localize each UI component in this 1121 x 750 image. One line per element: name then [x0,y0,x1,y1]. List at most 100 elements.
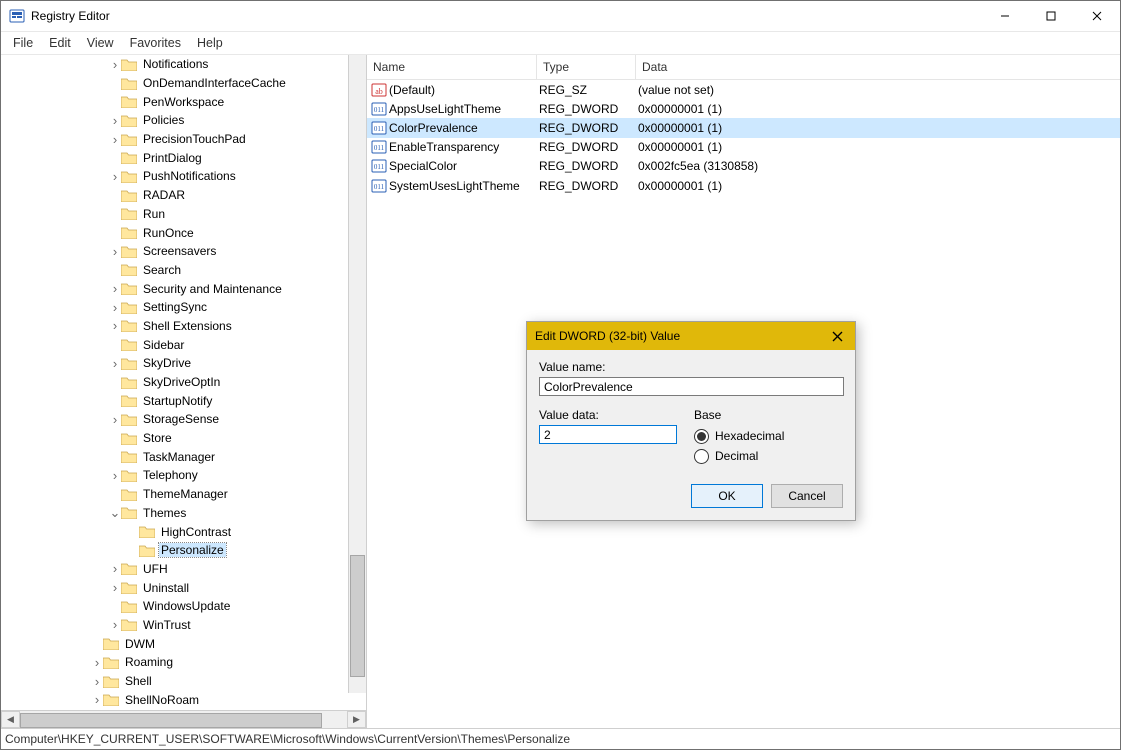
tree-item[interactable]: › UFH [1,560,366,579]
tree-label[interactable]: Shell Extensions [141,319,234,333]
tree-item[interactable]: › ShellNoRoam [1,690,366,709]
list-row[interactable]: (Default)REG_SZ(value not set) [367,80,1120,99]
tree-horizontal-scrollbar[interactable]: ◀ ▶ [1,710,366,728]
scroll-thumb[interactable] [20,713,322,728]
tree-label[interactable]: StartupNotify [141,394,214,408]
tree-item[interactable]: › Shell Extensions [1,317,366,336]
tree-label[interactable]: ThemeManager [141,487,230,501]
tree-label[interactable]: WindowsUpdate [141,599,232,613]
tree-label[interactable]: StorageSense [141,412,221,426]
tree-item[interactable]: PenWorkspace [1,92,366,111]
list-row[interactable]: SpecialColorREG_DWORD0x002fc5ea (3130858… [367,157,1120,176]
expand-icon[interactable]: › [109,57,121,72]
tree-item[interactable]: › Uninstall [1,578,366,597]
tree-label[interactable]: HighContrast [159,525,233,539]
tree-item[interactable]: › PrecisionTouchPad [1,130,366,149]
dialog-close-button[interactable] [827,326,847,346]
list-row[interactable]: ColorPrevalenceREG_DWORD0x00000001 (1) [367,118,1120,137]
tree-label[interactable]: WinTrust [141,618,193,632]
tree-label[interactable]: SettingSync [141,300,209,314]
tree-item[interactable]: SkyDriveOptIn [1,373,366,392]
scroll-thumb[interactable] [350,555,365,677]
tree-item[interactable]: ›Notifications [1,55,366,74]
tree-label[interactable]: ShellNoRoam [123,693,201,707]
tree-item[interactable]: › StorageSense [1,410,366,429]
tree-item[interactable]: Run [1,205,366,224]
expand-icon[interactable]: › [109,132,121,147]
scroll-left-button[interactable]: ◀ [1,711,20,728]
tree-label[interactable]: Uninstall [141,581,191,595]
column-header-name[interactable]: Name [367,55,537,79]
expand-icon[interactable]: › [91,692,103,707]
menu-file[interactable]: File [5,34,41,52]
tree-item[interactable]: Sidebar [1,335,366,354]
radio-decimal[interactable]: Decimal [694,446,843,466]
menu-edit[interactable]: Edit [41,34,79,52]
expand-icon[interactable]: › [91,674,103,689]
tree-item[interactable]: ›Policies [1,111,366,130]
tree-label[interactable]: Security and Maintenance [141,282,284,296]
tree-item[interactable]: ›PushNotifications [1,167,366,186]
tree-label[interactable]: Shell [123,674,154,688]
expand-icon[interactable]: › [109,318,121,333]
tree-label[interactable]: SkyDriveOptIn [141,375,222,389]
expand-icon[interactable]: › [109,244,121,259]
tree-label[interactable]: PrecisionTouchPad [141,132,248,146]
tree-label[interactable]: Personalize [159,543,226,557]
tree-label[interactable]: SkyDrive [141,356,193,370]
tree-item[interactable]: › Telephony [1,466,366,485]
tree-item[interactable]: OnDemandInterfaceCache [1,74,366,93]
cancel-button[interactable]: Cancel [771,484,843,508]
tree-label[interactable]: OnDemandInterfaceCache [141,76,288,90]
expand-icon[interactable]: › [91,655,103,670]
tree-label[interactable]: DWM [123,637,157,651]
tree-label[interactable]: Themes [141,506,188,520]
tree-item[interactable]: DWM [1,634,366,653]
expand-icon[interactable]: › [109,561,121,576]
tree-item[interactable]: ThemeManager [1,485,366,504]
tree-vertical-scrollbar[interactable] [348,55,366,693]
tree-item[interactable]: ›Roaming [1,653,366,672]
tree-item[interactable]: › Shell [1,672,366,691]
tree-label[interactable]: UFH [141,562,170,576]
tree-item[interactable]: RADAR [1,186,366,205]
tree-item[interactable]: HighContrast [1,522,366,541]
tree-item[interactable]: ›SettingSync [1,298,366,317]
expand-icon[interactable]: › [109,281,121,296]
expand-icon[interactable]: › [109,412,121,427]
tree-item[interactable]: PrintDialog [1,148,366,167]
minimize-button[interactable] [982,1,1028,31]
radio-hexadecimal[interactable]: Hexadecimal [694,426,843,446]
list-row[interactable]: EnableTransparencyREG_DWORD0x00000001 (1… [367,138,1120,157]
tree-item[interactable]: ›Screensavers [1,242,366,261]
ok-button[interactable]: OK [691,484,763,508]
menu-favorites[interactable]: Favorites [122,34,189,52]
value-name-input[interactable] [539,377,844,396]
tree-item[interactable]: TaskManager [1,447,366,466]
tree-label[interactable]: Run [141,207,167,221]
tree-item[interactable]: › WinTrust [1,616,366,635]
tree-label[interactable]: Telephony [141,468,200,482]
tree-item[interactable]: Store [1,429,366,448]
expand-icon[interactable]: › [109,356,121,371]
menu-help[interactable]: Help [189,34,231,52]
value-data-input[interactable] [539,425,677,444]
tree-label[interactable]: Policies [141,113,186,127]
tree-item[interactable]: Personalize [1,541,366,560]
expand-icon[interactable]: › [109,468,121,483]
tree-item[interactable]: RunOnce [1,223,366,242]
list-row[interactable]: AppsUseLightThemeREG_DWORD0x00000001 (1) [367,99,1120,118]
maximize-button[interactable] [1028,1,1074,31]
column-header-data[interactable]: Data [636,55,1120,79]
column-header-type[interactable]: Type [537,55,636,79]
tree-item[interactable]: WindowsUpdate [1,597,366,616]
expand-icon[interactable]: › [109,580,121,595]
dialog-titlebar[interactable]: Edit DWORD (32-bit) Value [527,322,855,350]
tree-item[interactable]: ⌄Themes [1,504,366,523]
tree-label[interactable]: Search [141,263,183,277]
menu-view[interactable]: View [79,34,122,52]
tree-label[interactable]: PushNotifications [141,169,238,183]
expand-icon[interactable]: › [109,617,121,632]
scroll-right-button[interactable]: ▶ [347,711,366,728]
tree-label[interactable]: RADAR [141,188,187,202]
